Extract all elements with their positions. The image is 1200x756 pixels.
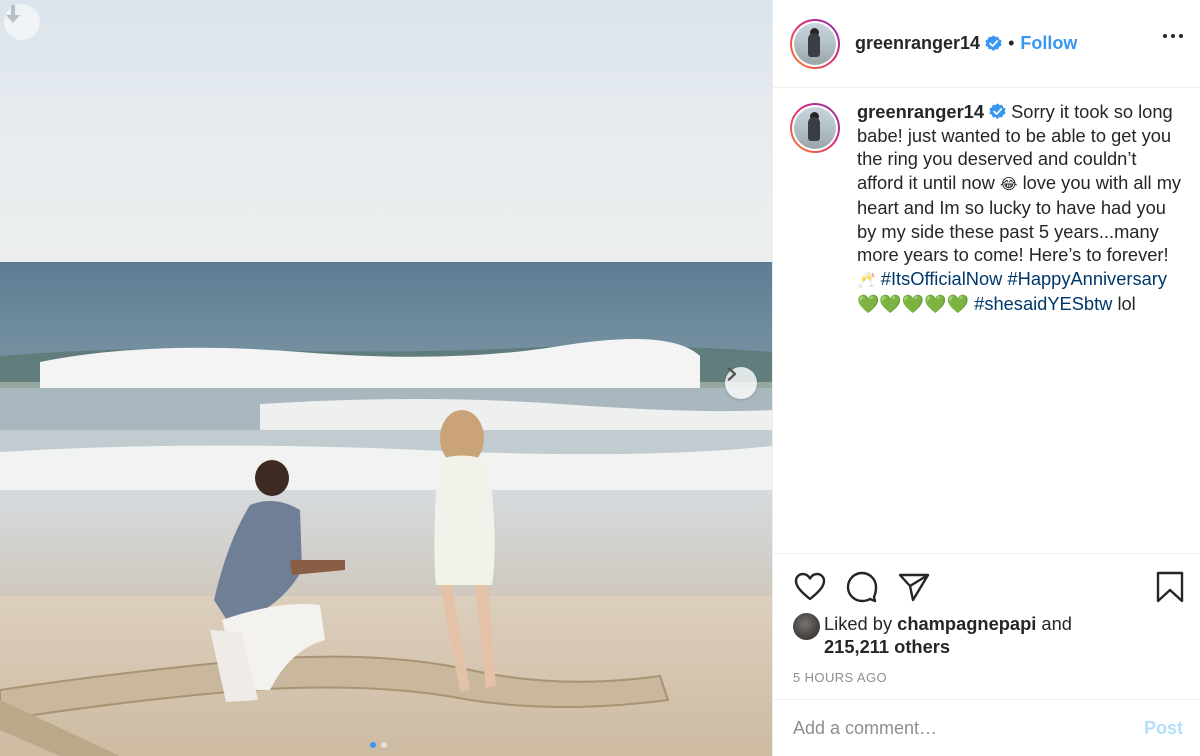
action-bar xyxy=(793,570,931,604)
save-button[interactable] xyxy=(1153,570,1187,604)
post-header: greenranger14 • Follow xyxy=(773,0,1200,88)
beach-proposal-photo xyxy=(0,0,772,756)
carousel-dot-active xyxy=(370,742,376,748)
post-comment-button[interactable]: Post xyxy=(1144,718,1183,739)
heart-icon xyxy=(794,572,826,601)
liker-avatar[interactable] xyxy=(793,613,820,640)
author-username[interactable]: greenranger14 xyxy=(855,33,980,54)
caption-username[interactable]: greenranger14 xyxy=(857,101,984,122)
author-avatar[interactable] xyxy=(790,18,840,69)
bookmark-icon xyxy=(1156,571,1184,603)
carousel-indicator xyxy=(370,742,387,748)
green-hearts-emoji-icon: 💚💚💚💚💚 xyxy=(857,294,970,315)
post-actions-section: Liked by champagnepapi and 215,211 other… xyxy=(773,553,1200,699)
hashtag-link[interactable]: #shesaidYESbtw xyxy=(974,293,1112,314)
chevron-right-icon xyxy=(727,367,737,381)
follow-button[interactable]: Follow xyxy=(1020,33,1077,54)
caption-author-avatar[interactable] xyxy=(790,103,840,153)
more-horizontal-icon[interactable] xyxy=(1163,34,1183,38)
post-details-panel: greenranger14 • Follow greenranger14 Sor… xyxy=(772,0,1200,756)
comment-bar: Post xyxy=(773,699,1200,756)
comment-icon xyxy=(846,571,878,603)
like-button[interactable] xyxy=(793,570,827,604)
caption-tail: lol xyxy=(1112,293,1136,314)
likes-summary: Liked by champagnepapi and 215,211 other… xyxy=(793,612,1072,658)
share-icon xyxy=(898,573,930,602)
cheers-emoji-icon: 🥂 xyxy=(857,270,876,289)
post-timestamp[interactable]: 5 HOURS AGO xyxy=(793,670,887,685)
arrow-down-icon xyxy=(6,5,20,23)
caption-text: greenranger14 Sorry it took so long babe… xyxy=(857,100,1187,317)
comment-input[interactable] xyxy=(793,717,1123,739)
download-button[interactable] xyxy=(4,4,40,40)
carousel-dot xyxy=(381,742,387,748)
comment-button[interactable] xyxy=(845,570,879,604)
laughing-emoji-icon: 😂 xyxy=(999,174,1018,193)
carousel-next-button[interactable] xyxy=(725,367,757,399)
post-caption: greenranger14 Sorry it took so long babe… xyxy=(773,100,1200,317)
verified-badge-icon xyxy=(989,103,1006,120)
separator-dot: • xyxy=(1008,33,1015,53)
likes-text: Liked by champagnepapi and 215,211 other… xyxy=(824,612,1072,658)
post-photo xyxy=(0,0,772,756)
hashtag-link[interactable]: #ItsOfficialNow xyxy=(881,268,1003,289)
hashtag-link[interactable]: #HappyAnniversary xyxy=(1007,268,1167,289)
likes-count[interactable]: 215,211 others xyxy=(824,636,950,657)
liker-username[interactable]: champagnepapi xyxy=(897,613,1036,634)
share-button[interactable] xyxy=(897,570,931,604)
likes-prefix: Liked by xyxy=(824,613,898,634)
likes-middle: and xyxy=(1036,613,1072,634)
verified-badge-icon xyxy=(985,35,1002,52)
